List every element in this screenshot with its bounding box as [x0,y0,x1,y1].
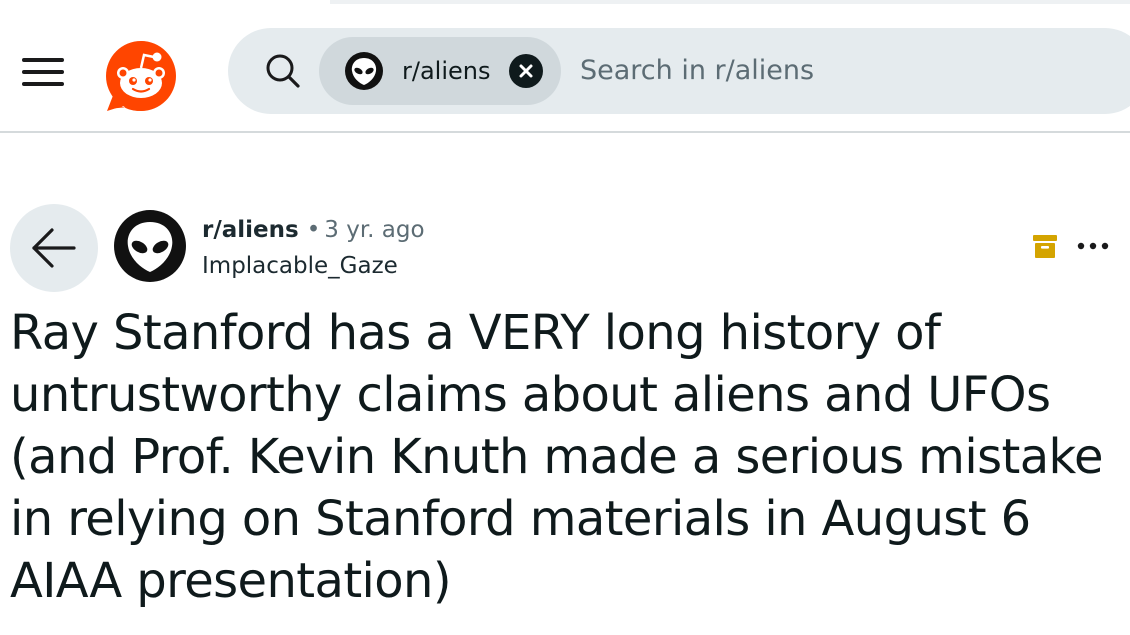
browser-top-strip [0,0,1130,8]
top-nav-header: r/aliens Search in r/aliens [0,8,1130,133]
search-input[interactable]: Search in r/aliens [580,28,814,114]
subreddit-search-chip[interactable]: r/aliens [319,37,561,105]
archive-icon [1033,235,1057,258]
post-age: 3 yr. ago [324,217,425,243]
meta-separator: • [306,217,321,243]
back-button[interactable] [10,204,98,292]
search-bar[interactable]: r/aliens Search in r/aliens [228,28,1130,114]
search-chip-label: r/aliens [402,57,491,85]
more-options-icon[interactable] [1076,232,1110,260]
subreddit-link[interactable]: r/aliens [202,217,299,243]
search-icon [266,54,300,88]
reddit-logo[interactable] [104,39,178,113]
close-icon[interactable] [509,54,543,88]
address-bar-edge [330,0,1130,4]
alien-avatar-icon [345,52,383,90]
post-author-link[interactable]: Implacable_Gaze [202,250,398,282]
subreddit-avatar[interactable] [114,210,186,282]
back-arrow-icon [32,228,76,268]
hamburger-menu-icon[interactable] [22,54,64,90]
post-title[interactable]: Ray Stanford has a VERY long history of … [10,302,1125,612]
post-meta: r/aliens • 3 yr. ago [202,214,425,246]
